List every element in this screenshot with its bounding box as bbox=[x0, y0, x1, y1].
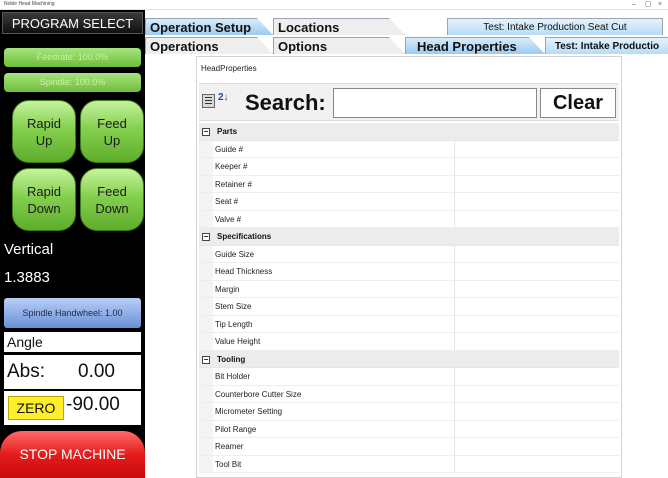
property-row[interactable]: Reamer bbox=[199, 438, 619, 456]
search-input[interactable] bbox=[333, 88, 537, 118]
property-name: Guide Size bbox=[215, 249, 255, 259]
property-name: Reamer bbox=[215, 442, 244, 451]
machine-control-panel: PROGRAM SELECT Feedrate: 100.0% Spindle:… bbox=[0, 10, 145, 478]
tab-operation-setup[interactable]: Operation Setup bbox=[145, 18, 273, 35]
property-toolbar: 2↓ Search: Clear bbox=[199, 83, 619, 121]
property-name: Tip Length bbox=[215, 319, 253, 329]
property-row[interactable]: Counterbore Cutter Size bbox=[199, 385, 619, 403]
category-label: Parts bbox=[217, 127, 238, 136]
alphabetical-sort-icon[interactable]: 2↓ bbox=[218, 92, 229, 103]
restore-icon[interactable]: ▢ bbox=[645, 0, 652, 9]
property-row[interactable]: Keeper # bbox=[199, 158, 619, 176]
category-label: Specifications bbox=[217, 232, 272, 241]
rapid-up-button[interactable]: Rapid Up bbox=[12, 100, 76, 163]
spindle-handwheel-button[interactable]: Spindle Handwheel: 1.00 bbox=[4, 298, 141, 328]
property-row[interactable]: Margin bbox=[199, 280, 619, 298]
collapse-icon[interactable]: − bbox=[202, 128, 210, 136]
feedrate-bar[interactable]: Feedrate: 100.0% bbox=[4, 48, 141, 67]
property-row[interactable]: Tip Length bbox=[199, 315, 619, 333]
search-label: Search: bbox=[245, 90, 326, 115]
zero-row: ZERO -90.00 bbox=[4, 391, 141, 425]
angle-label: Angle bbox=[4, 332, 141, 352]
rapid-down-button[interactable]: Rapid Down bbox=[12, 168, 76, 231]
stop-machine-button[interactable]: STOP MACHINE bbox=[0, 431, 145, 478]
tab-label: Operations bbox=[150, 39, 219, 54]
abs-angle-display: Abs: 0.00 bbox=[4, 355, 141, 389]
tab-label: Options bbox=[278, 39, 328, 54]
property-row[interactable]: Stem Size bbox=[199, 298, 619, 316]
collapse-icon[interactable]: − bbox=[202, 233, 210, 241]
tab-test-intake-production[interactable]: Test: Intake Productio bbox=[545, 37, 668, 54]
collapse-icon[interactable]: − bbox=[202, 355, 210, 364]
property-name: Valve # bbox=[215, 214, 242, 224]
spindle-bar[interactable]: Spindle: 100.0% bbox=[4, 73, 141, 92]
tab-locations[interactable]: Locations bbox=[273, 18, 405, 35]
property-row[interactable]: Pilot Range bbox=[199, 420, 619, 438]
property-row[interactable]: Retainer # bbox=[199, 175, 619, 193]
property-name: Head Thickness bbox=[215, 267, 273, 276]
categorized-view-icon[interactable] bbox=[202, 94, 215, 108]
property-name: Counterbore Cutter Size bbox=[215, 389, 302, 399]
property-row[interactable]: Value Height bbox=[199, 333, 619, 351]
window-title-bar: Noble Head Machining – ▢ × bbox=[0, 0, 668, 10]
category-parts[interactable]: − Parts bbox=[199, 123, 619, 141]
property-name: Bit Holder bbox=[215, 372, 251, 381]
property-name: Micrometer Setting bbox=[215, 407, 283, 416]
property-name: Margin bbox=[215, 284, 240, 294]
tab-test-intake-seat-cut[interactable]: Test: Intake Production Seat Cut bbox=[447, 18, 663, 35]
tab-label: Head Properties bbox=[417, 39, 517, 54]
property-row[interactable]: Bit Holder bbox=[199, 368, 619, 386]
abs-label: Abs: bbox=[7, 361, 46, 382]
property-row[interactable]: Head Thickness bbox=[199, 263, 619, 281]
property-row[interactable]: Guide Size bbox=[199, 245, 619, 263]
minimize-icon[interactable]: – bbox=[632, 0, 636, 9]
panel-title: HeadProperties bbox=[201, 64, 257, 73]
property-name: Pilot Range bbox=[215, 424, 257, 434]
property-row[interactable]: Guide # bbox=[199, 140, 619, 158]
category-label: Tooling bbox=[217, 354, 246, 364]
property-name: Stem Size bbox=[215, 302, 252, 311]
tab-options[interactable]: Options bbox=[273, 37, 405, 54]
property-row[interactable]: Valve # bbox=[199, 210, 619, 228]
zero-button[interactable]: ZERO bbox=[8, 396, 64, 420]
zero-offset-value: -90.00 bbox=[66, 394, 120, 415]
property-name: Seat # bbox=[215, 197, 239, 206]
tab-operations[interactable]: Operations bbox=[145, 37, 273, 54]
property-name: Keeper # bbox=[215, 162, 248, 171]
tab-head-properties[interactable]: Head Properties bbox=[405, 37, 545, 54]
property-grid: − Parts Guide # Keeper # Retainer # Seat… bbox=[199, 123, 619, 473]
property-name: Tool Bit bbox=[215, 459, 242, 469]
program-select-button[interactable]: PROGRAM SELECT bbox=[2, 12, 143, 34]
property-name: Value Height bbox=[215, 337, 261, 346]
property-name: Guide # bbox=[215, 144, 244, 154]
abs-value: 0.00 bbox=[78, 361, 115, 382]
close-icon[interactable]: × bbox=[658, 0, 662, 9]
clear-button[interactable]: Clear bbox=[540, 88, 616, 118]
axis-position-value: 1.3883 bbox=[4, 269, 50, 286]
tab-label: Operation Setup bbox=[150, 20, 252, 35]
feed-down-button[interactable]: Feed Down bbox=[80, 168, 144, 231]
property-row[interactable]: Micrometer Setting bbox=[199, 403, 619, 421]
tab-label: Locations bbox=[278, 20, 340, 35]
property-row[interactable]: Tool Bit bbox=[199, 455, 619, 473]
category-specifications[interactable]: − Specifications bbox=[199, 228, 619, 246]
window-title: Noble Head Machining bbox=[4, 1, 55, 7]
property-row[interactable]: Seat # bbox=[199, 193, 619, 211]
head-properties-panel: HeadProperties 2↓ Search: Clear − Parts … bbox=[196, 56, 622, 478]
feed-up-button[interactable]: Feed Up bbox=[80, 100, 144, 163]
property-name: Retainer # bbox=[215, 179, 252, 189]
category-tooling[interactable]: − Tooling bbox=[199, 350, 619, 368]
axis-label: Vertical bbox=[4, 241, 54, 258]
